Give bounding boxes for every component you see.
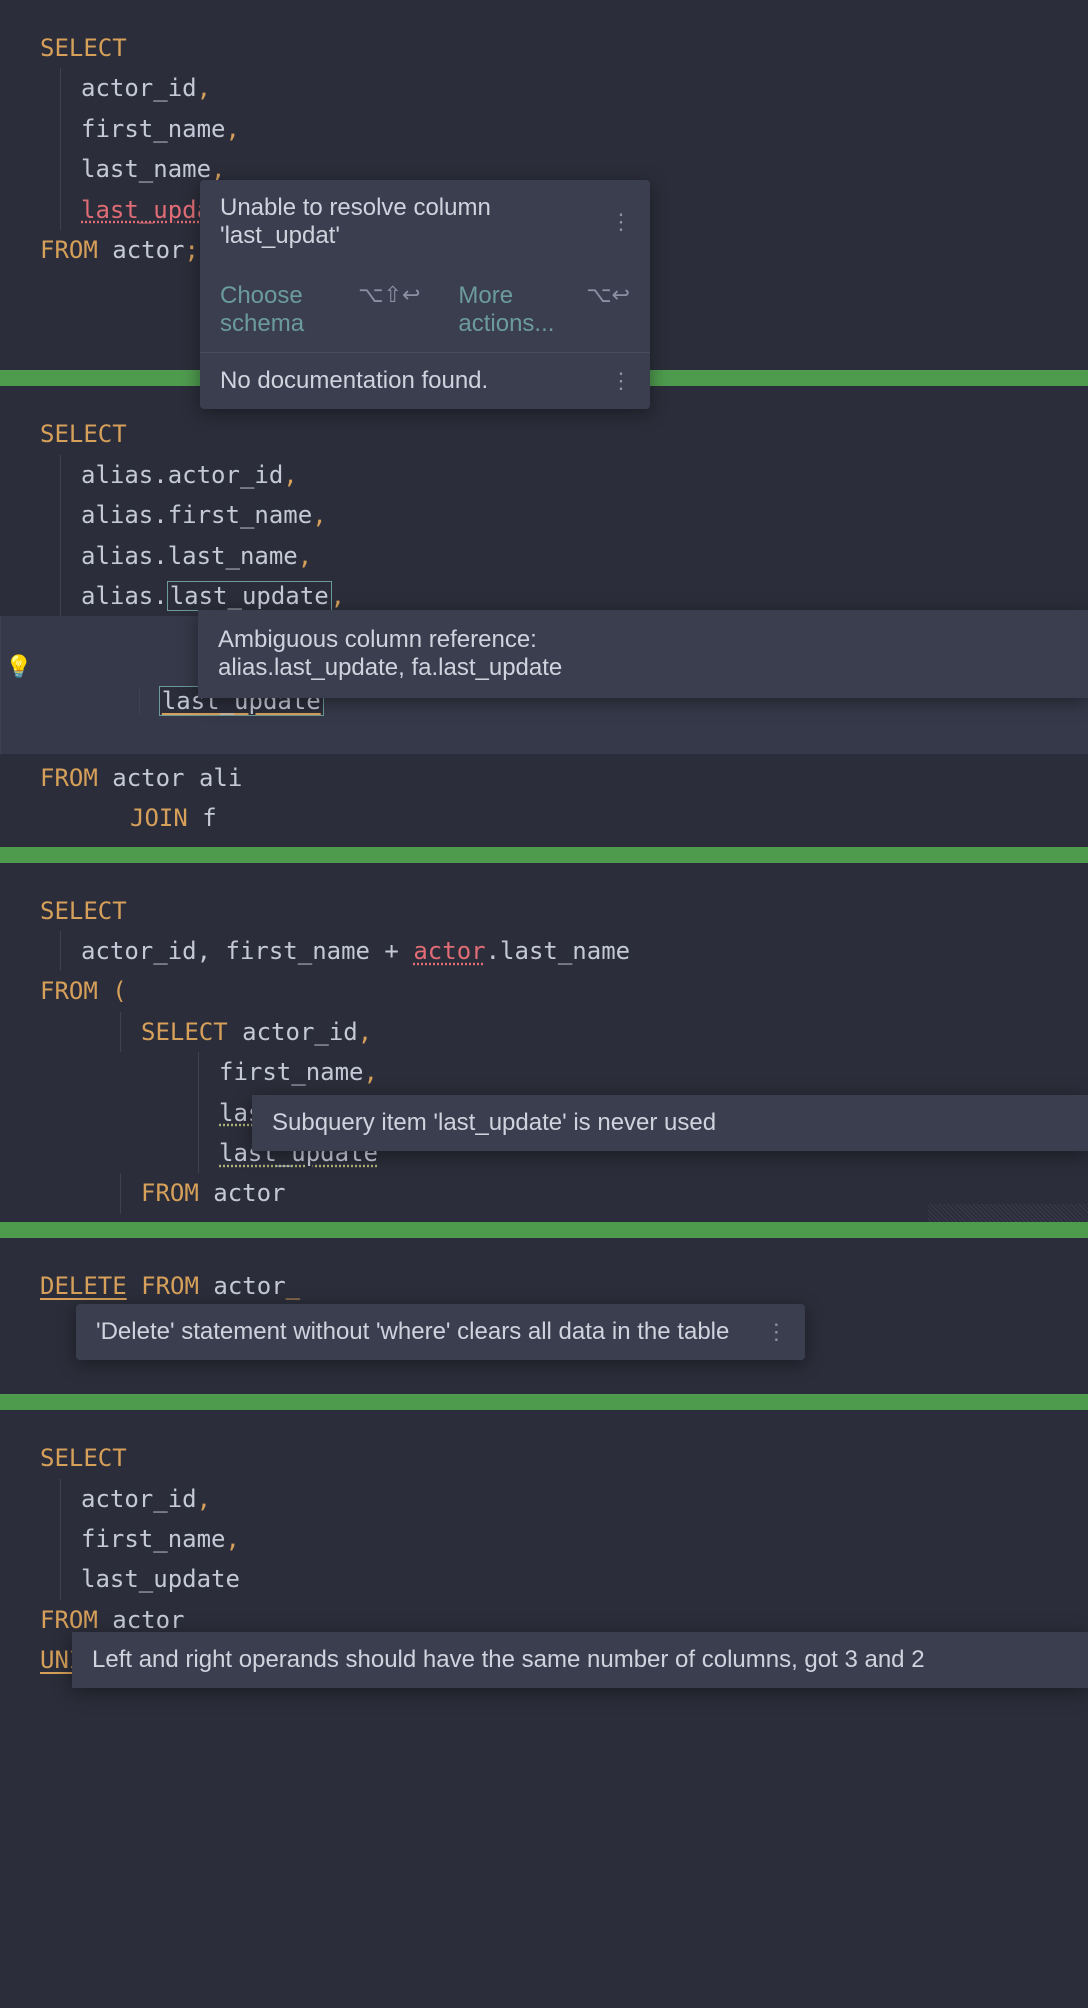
keyword-select: SELECT [40,420,127,448]
warning-tooltip: Ambiguous column reference: alias.last_u… [198,610,1088,698]
keyword-select: SELECT [40,897,127,925]
identifier: first_name [219,1058,364,1086]
shortcut-label: ⌥↩ [586,282,630,338]
keyword-from: FROM [40,1606,98,1634]
code-line[interactable]: DELETE FROM actor_ [0,1266,1088,1306]
code-line[interactable]: actor_id, [60,1479,1088,1519]
code-line[interactable]: SELECT [0,891,1088,931]
tooltip-text: Subquery item 'last_update' is never use… [272,1109,716,1137]
identifier: actor [112,1606,184,1634]
identifier: actor_id [81,74,197,102]
code-line[interactable]: JOIN f [0,798,1088,838]
section-divider [0,1394,1088,1410]
code-line[interactable]: first_name, [60,1519,1088,1559]
code-line[interactable]: first_name, [60,109,1088,149]
identifier-box: last_update [168,582,331,610]
identifier: actor_id [81,1485,197,1513]
more-icon[interactable]: ⋮ [610,368,630,394]
identifier: last_update [81,1565,240,1593]
tooltip-text: 'Delete' statement without 'where' clear… [96,1318,729,1346]
popup-doc-message: No documentation found. [220,367,488,395]
keyword-from: FROM [40,236,98,264]
tooltip-text: Left and right operands should have the … [92,1646,925,1674]
identifier: actor_id [242,1018,358,1046]
keyword-select: SELECT [40,34,127,62]
tooltip-text: Ambiguous column reference: alias.last_u… [218,626,688,682]
identifier: actor [213,1272,285,1300]
error-popup: Unable to resolve column 'last_updat' ⋮ … [200,180,650,409]
code-line[interactable]: first_name, [198,1052,1088,1092]
paren: ( [112,977,126,1005]
identifier: actor [112,236,184,264]
code-line[interactable]: SELECT [0,414,1088,454]
code-line[interactable]: alias.last_name, [60,536,1088,576]
identifier: alias.first_name [81,501,312,529]
identifier: f [202,804,216,832]
identifier: actor_id, first_name + [81,937,413,965]
lightbulb-icon[interactable]: 💡 [5,653,32,683]
code-line[interactable]: last_update [60,1559,1088,1599]
keyword-select: SELECT [40,1444,127,1472]
choose-schema-link[interactable]: Choose schema [220,282,332,338]
identifier: alias.actor_id [81,461,283,489]
code-line[interactable]: SELECT [0,1438,1088,1478]
keyword-from: FROM [40,764,98,792]
identifier: actor [213,1179,285,1207]
code-section-3: SELECT actor_id, first_name + actor.last… [0,863,1088,1222]
warning-tooltip: 'Delete' statement without 'where' clear… [76,1304,805,1360]
identifier: alias.last_name [81,542,298,570]
identifier: .last_name [486,937,631,965]
error-identifier: actor [413,937,485,965]
code-section-2: SELECT alias.actor_id, alias.first_name,… [0,386,1088,846]
code-line[interactable]: actor_id, [60,68,1088,108]
keyword-delete: DELETE [40,1272,127,1300]
warning-tooltip: Subquery item 'last_update' is never use… [252,1095,1088,1151]
popup-error-message: Unable to resolve column 'last_updat' [220,194,610,250]
section-divider [0,1222,1088,1238]
identifier: last_name [81,155,211,183]
keyword-from: FROM [141,1272,199,1300]
caret-icon: _ [286,1272,300,1300]
identifier: first_name [81,115,226,143]
code-line[interactable]: SELECT [0,28,1088,68]
section-divider [0,847,1088,863]
keyword-from: FROM [40,977,98,1005]
identifier: first_name [81,1525,226,1553]
more-actions-link[interactable]: More actions... [458,282,560,338]
shortcut-label: ⌥⇧↩ [358,282,420,338]
code-line[interactable]: alias.first_name, [60,495,1088,535]
code-section-4: DELETE FROM actor_ 'Delete' statement wi… [0,1238,1088,1394]
identifier: alias. [81,582,168,610]
semicolon: ; [185,236,199,264]
warning-tooltip: Left and right operands should have the … [72,1632,1088,1688]
code-section-5: SELECT actor_id, first_name, last_update… [0,1410,1088,1688]
code-line[interactable]: FROM ( [0,971,1088,1011]
code-line[interactable]: SELECT actor_id, [120,1012,1088,1052]
keyword-join: JOIN [130,804,188,832]
more-icon[interactable]: ⋮ [610,209,630,235]
keyword-select: SELECT [141,1018,228,1046]
more-icon[interactable]: ⋮ [745,1319,785,1345]
code-section-1: SELECT actor_id, first_name, last_name, … [0,0,1088,370]
popup-message-row: Unable to resolve column 'last_updat' ⋮ … [200,180,650,353]
keyword-from: FROM [141,1179,199,1207]
code-line[interactable]: actor_id, first_name + actor.last_name [60,931,1088,971]
identifier: actor [112,764,184,792]
decorative-noise [928,1204,1088,1222]
popup-doc-row: No documentation found. ⋮ [200,353,650,409]
code-line[interactable]: FROM actor ali [0,758,1088,798]
identifier: ali [199,764,242,792]
code-line[interactable]: alias.actor_id, [60,455,1088,495]
